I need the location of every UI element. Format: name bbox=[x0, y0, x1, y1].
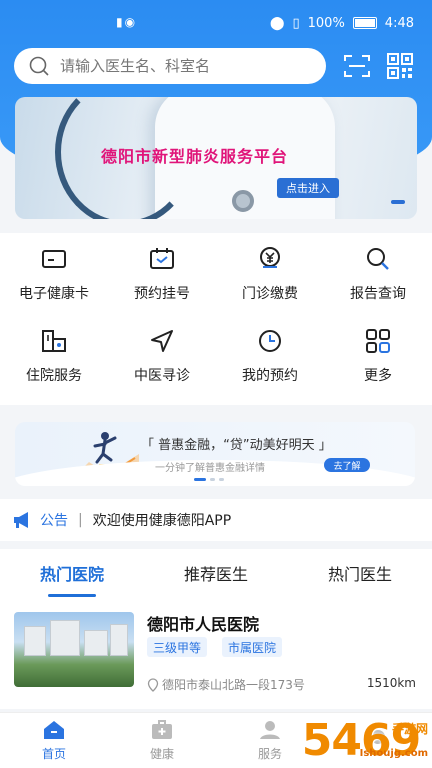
recommend-tabs: 热门医院 推荐医生 热门医生 bbox=[0, 549, 432, 597]
promo-title: 「 普惠金融，“贷”动美好明天 」 bbox=[141, 438, 332, 453]
tab-recommended-doctors[interactable]: 推荐医生 bbox=[144, 549, 288, 597]
scan-button[interactable] bbox=[341, 50, 373, 82]
promo-indicator bbox=[194, 478, 224, 481]
grid-item-label: 住院服务 bbox=[26, 368, 82, 384]
banner-enter-button[interactable]: 点击进入 bbox=[277, 178, 339, 198]
hospital-bed-icon bbox=[42, 330, 66, 352]
nav-home-label: 首页 bbox=[41, 747, 66, 761]
hospital-tag-level: 三级甲等 bbox=[147, 637, 208, 657]
watermark-logo: 5469 手游网 Ishoujg.com bbox=[290, 712, 432, 768]
hospital-tag-type: 市属医院 bbox=[222, 637, 283, 657]
card-icon bbox=[42, 250, 66, 268]
grid-item-label: 门诊缴费 bbox=[242, 286, 298, 302]
location-pin-icon bbox=[147, 677, 159, 692]
banner-carousel[interactable]: 德阳市新型肺炎服务平台 点击进入 bbox=[15, 97, 417, 219]
hospital-distance: 1510km bbox=[366, 676, 416, 690]
stethoscope-head-image bbox=[232, 190, 254, 212]
search-input[interactable] bbox=[60, 57, 310, 75]
notice-tag: 公告 bbox=[40, 513, 68, 529]
tab-popular-hospitals[interactable]: 热门医院 bbox=[0, 549, 144, 597]
megaphone-icon bbox=[14, 512, 28, 528]
medical-kit-icon bbox=[152, 720, 172, 739]
hospital-address-text: 德阳市泰山北路一段173号 bbox=[162, 678, 305, 692]
yuan-payment-icon bbox=[260, 247, 280, 268]
grid-item-tcm[interactable]: 中医寻诊 bbox=[108, 315, 216, 397]
hospital-name: 德阳市人民医院 bbox=[147, 615, 260, 634]
nav-health[interactable]: 健康 bbox=[108, 713, 216, 768]
hospital-image bbox=[14, 612, 134, 687]
search-icon bbox=[367, 248, 389, 270]
nav-health-label: 健康 bbox=[149, 747, 174, 761]
service-grid: 电子健康卡 预约挂号 门诊缴费 报告查询 住院服务 中医寻诊 我的预约 更多 bbox=[0, 233, 432, 405]
banner-indicator bbox=[391, 200, 405, 204]
qr-code-button[interactable] bbox=[384, 50, 416, 82]
grid-item-report[interactable]: 报告查询 bbox=[324, 233, 432, 315]
grid-more-icon bbox=[366, 329, 390, 353]
navigation-icon bbox=[151, 330, 173, 352]
qr-code-icon bbox=[387, 53, 413, 79]
notice-text: 欢迎使用健康德阳APP bbox=[92, 513, 232, 529]
search-bar[interactable] bbox=[14, 48, 326, 84]
hospital-address: 德阳市泰山北路一段173号 bbox=[147, 676, 305, 693]
clock-icon bbox=[259, 330, 281, 352]
grid-item-health-card[interactable]: 电子健康卡 bbox=[0, 233, 108, 315]
grid-item-label: 中医寻诊 bbox=[134, 368, 190, 384]
battery-percent: 100% bbox=[307, 15, 345, 31]
grid-item-payment[interactable]: 门诊缴费 bbox=[216, 233, 324, 315]
grid-item-more[interactable]: 更多 bbox=[324, 315, 432, 397]
battery-icon bbox=[352, 17, 377, 29]
grid-item-inpatient[interactable]: 住院服务 bbox=[0, 315, 108, 397]
service-icon bbox=[260, 721, 280, 739]
watermark-url: Ishoujg.com bbox=[359, 748, 428, 759]
nav-service-label: 服务 bbox=[257, 747, 282, 761]
banner-title: 德阳市新型肺炎服务平台 bbox=[101, 147, 289, 166]
grid-item-label: 我的预约 bbox=[242, 368, 298, 384]
vibrate-icon: ▯ bbox=[292, 15, 300, 31]
calendar-check-icon bbox=[150, 248, 174, 269]
notice-separator: | bbox=[78, 512, 83, 528]
grid-item-label: 更多 bbox=[364, 368, 392, 384]
promo-banner[interactable]: 「 普惠金融，“贷”动美好明天 」 一分钟了解普惠金融详情 去了解 bbox=[15, 422, 415, 486]
home-icon bbox=[44, 721, 64, 739]
notice-bar[interactable]: 公告 | 欢迎使用健康德阳APP bbox=[0, 499, 432, 541]
hospital-list-item[interactable]: 德阳市人民医院 三级甲等 市属医院 德阳市泰山北路一段173号 1510km bbox=[0, 597, 432, 709]
tab-popular-doctors[interactable]: 热门医生 bbox=[288, 549, 432, 597]
promo-subtitle: 一分钟了解普惠金融详情 bbox=[155, 463, 265, 474]
grid-item-my-appointments[interactable]: 我的预约 bbox=[216, 315, 324, 397]
grid-item-label: 电子健康卡 bbox=[19, 286, 89, 302]
scan-icon bbox=[344, 55, 370, 77]
grid-item-appointment[interactable]: 预约挂号 bbox=[108, 233, 216, 315]
status-bar: ▮◉ ⬤ ▯ 100% 4:48 bbox=[0, 0, 432, 46]
signal-wifi-icon: ▮◉ bbox=[116, 15, 138, 29]
promo-learn-button[interactable]: 去了解 bbox=[324, 458, 370, 472]
watermark-sub: 手游网 bbox=[391, 722, 428, 736]
clock-time: 4:48 bbox=[384, 15, 414, 31]
grid-item-label: 报告查询 bbox=[350, 286, 406, 302]
grid-item-label: 预约挂号 bbox=[134, 286, 190, 302]
search-icon bbox=[29, 56, 49, 76]
nav-home[interactable]: 首页 bbox=[0, 713, 108, 768]
location-icon: ⬤ bbox=[269, 15, 285, 31]
